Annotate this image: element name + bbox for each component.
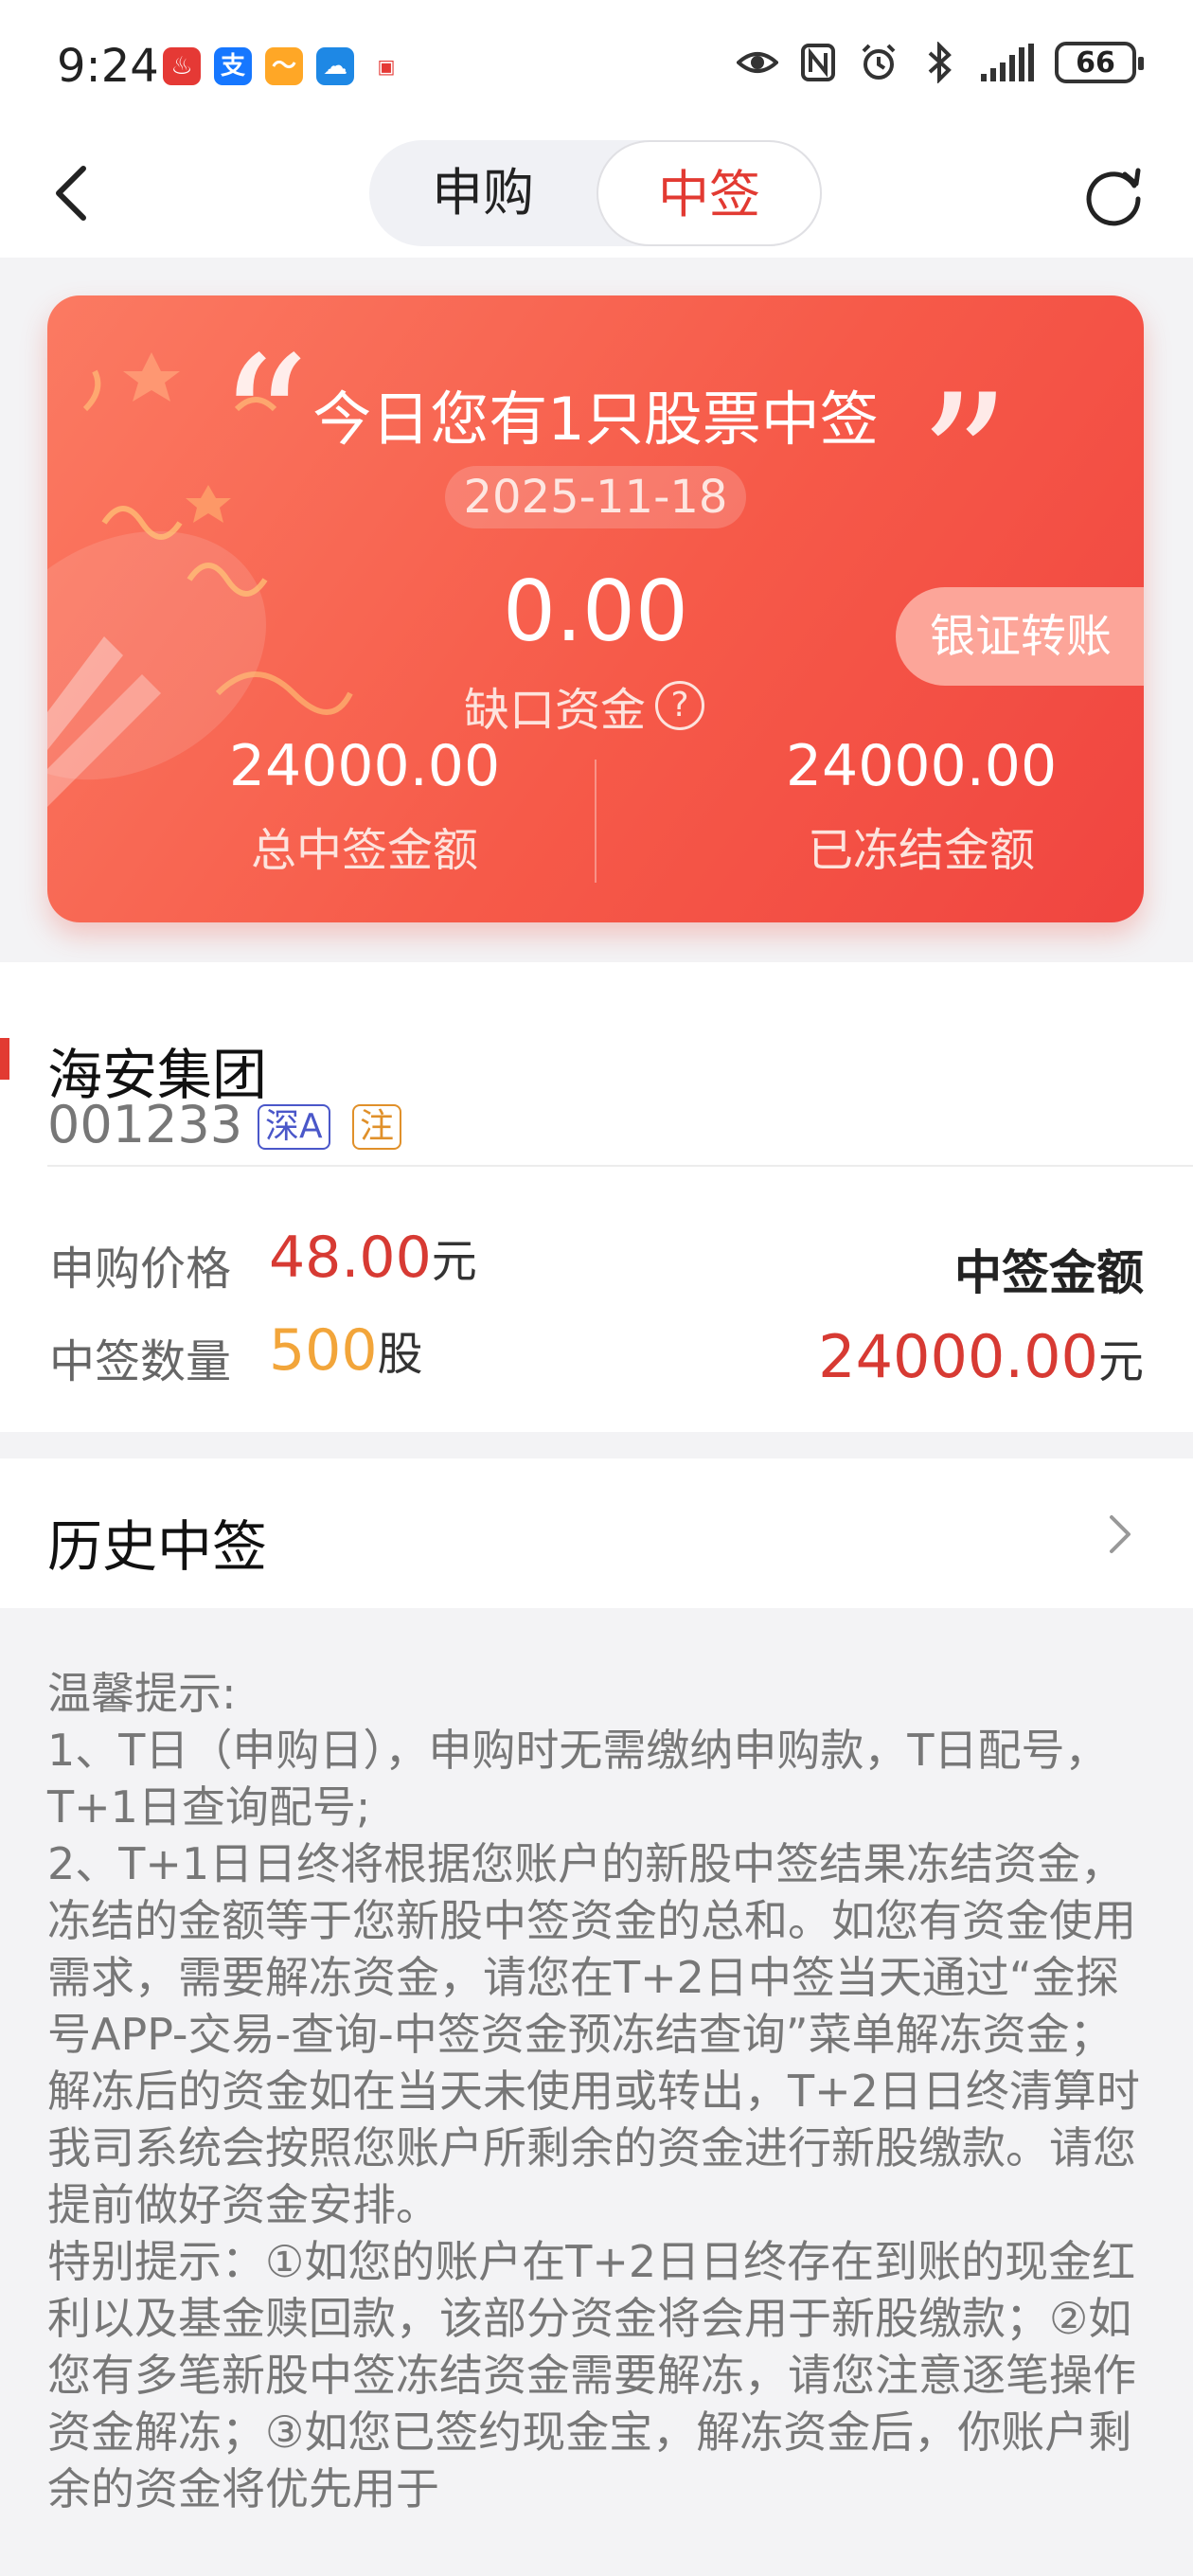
winning-headline: 今日您有1只股票中签 — [312, 385, 879, 454]
help-icon[interactable]: ? — [655, 681, 705, 730]
quantity-group: 500股 — [269, 1316, 423, 1384]
total-winning-label: 总中签金额 — [250, 824, 478, 877]
total-winning-amount: 24000.00 总中签金额 — [180, 733, 549, 879]
stock-code: 001233 — [47, 1095, 243, 1154]
eye-icon — [737, 52, 778, 73]
tab-subscribe[interactable]: 申购 — [369, 140, 596, 246]
quantity-label: 中签数量 — [49, 1335, 232, 1388]
frozen-amount: 24000.00 已冻结金额 — [737, 733, 1106, 879]
quantity-value: 500 — [269, 1317, 378, 1384]
segmented-control: 申购 中签 — [369, 140, 822, 246]
frozen-value: 24000.00 — [785, 733, 1058, 799]
nfc-icon — [801, 44, 835, 81]
frozen-label: 已冻结金额 — [807, 824, 1035, 877]
winning-amount-group: 24000.00元 — [818, 1322, 1144, 1391]
history-winning-label: 历史中签 — [47, 1514, 268, 1579]
refresh-icon[interactable] — [1076, 157, 1151, 233]
funding-gap-label: 缺口资金 — [464, 684, 647, 737]
price-group: 48.00元 — [269, 1224, 477, 1291]
alarm-icon — [862, 44, 896, 80]
bank-transfer-button[interactable]: 银证转账 — [896, 587, 1144, 686]
history-winning-row[interactable]: 历史中签 — [0, 1458, 1193, 1608]
price-value: 48.00 — [269, 1225, 432, 1291]
price-label: 申购价格 — [49, 1243, 232, 1296]
tips-text: 温馨提示: 1、T日（申购日），申购时无需缴纳申购款，T日配号，T+1日查询配号… — [47, 1668, 1140, 2514]
winning-amount-unit: 元 — [1097, 1335, 1144, 1388]
notification-dot-icon: ▣ — [367, 47, 405, 85]
winning-summary-card: “ ” 今日您有1只股票中签 2025-11-18 0.00 缺口资金 ? 银证… — [47, 295, 1144, 922]
tips-section: 温馨提示: 1、T日（申购日），申购时无需缴纳申购款，T日配号，T+1日查询配号… — [0, 1608, 1193, 2576]
note-tag: 注 — [352, 1104, 402, 1150]
status-app-icons: ♨ 支 〜 ☁ ▣ — [163, 47, 405, 85]
price-unit: 元 — [431, 1235, 477, 1288]
status-indicators: 66 — [737, 42, 1144, 83]
card-divider — [595, 760, 596, 883]
winning-date: 2025-11-18 — [445, 466, 746, 528]
winning-amount-label: 中签金额 — [954, 1245, 1144, 1300]
wallet-app-icon: 〜 — [265, 47, 303, 85]
back-icon[interactable] — [38, 155, 114, 231]
header-bar: 申购 中签 — [0, 133, 1193, 258]
total-winning-value: 24000.00 — [228, 733, 501, 799]
divider — [47, 1165, 1193, 1167]
status-time: 9:24 — [57, 40, 159, 93]
stock-item[interactable]: 海安集团 001233 深A 注 申购价格 48.00元 中签数量 500股 中… — [0, 962, 1193, 1432]
funding-gap-label-group: 缺口资金 ? — [464, 672, 705, 739]
quantity-unit: 股 — [377, 1328, 423, 1381]
status-bar: 9:24 ♨ 支 〜 ☁ ▣ 66 — [0, 0, 1193, 133]
chevron-right-icon — [1110, 1515, 1131, 1553]
tab-winning[interactable]: 中签 — [596, 140, 822, 246]
weather-icon: ☁ — [316, 47, 354, 85]
alipay-icon: 支 — [214, 47, 252, 85]
winning-amount-value: 24000.00 — [818, 1322, 1098, 1391]
stock-accent-bar — [0, 1038, 9, 1080]
bluetooth-icon — [928, 42, 952, 83]
market-tag: 深A — [258, 1104, 330, 1150]
security-app-icon: ♨ — [163, 47, 201, 85]
signal-icon — [981, 44, 1034, 81]
battery-icon: 66 — [1055, 42, 1144, 83]
